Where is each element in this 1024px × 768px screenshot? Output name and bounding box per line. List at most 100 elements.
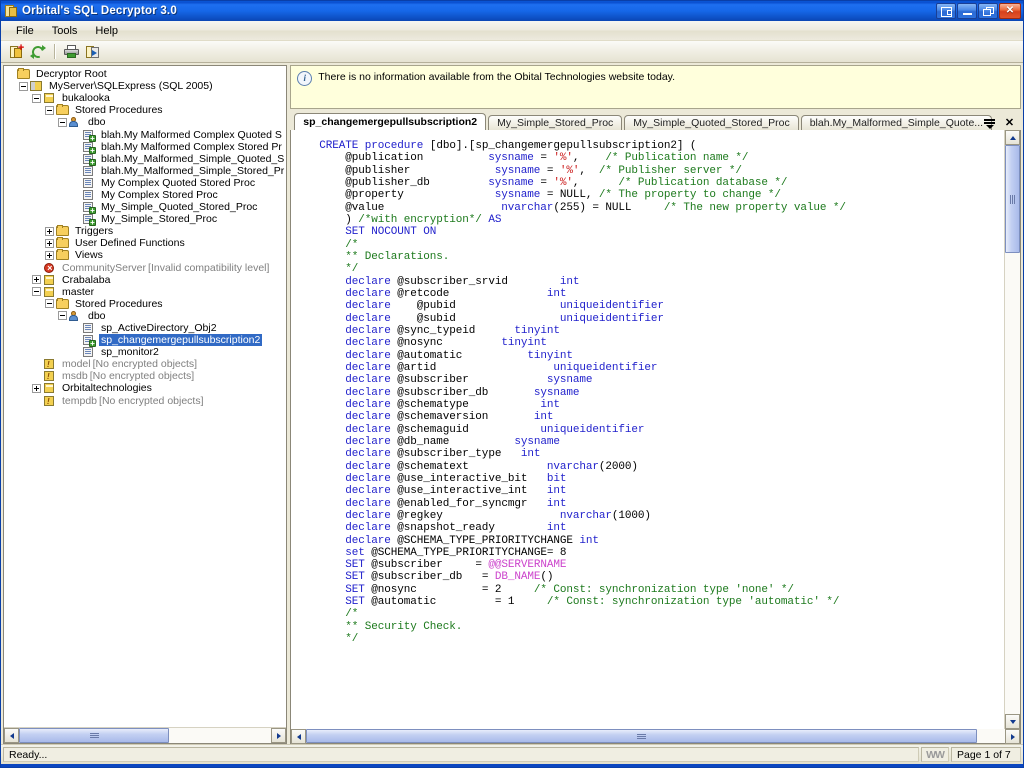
tree-node[interactable]: + blah.My Malformed Complex Stored Pr — [6, 140, 286, 154]
object-tree[interactable]: Decryptor Root MyServer\SQLExpress (SQL 2… — [4, 66, 287, 727]
code-line: SET @nosync = 2 /* Const: synchronizatio… — [319, 584, 1004, 596]
mdi-restore-button[interactable] — [936, 3, 956, 19]
code-token: , — [579, 164, 599, 177]
tree-node[interactable]: CommunityServer [Invalid compatibility l… — [6, 262, 286, 274]
tree-node-label: blah.My Malformed Complex Stored Pr — [101, 140, 282, 153]
code-token: @publication — [319, 152, 489, 165]
tree-node[interactable]: + blah.My Malformed Complex Quoted S — [6, 128, 286, 142]
editor-scroll-up-button[interactable] — [1005, 130, 1020, 145]
editor-tab[interactable]: blah.My_Malformed_Simple_Quote... — [800, 115, 993, 130]
minimize-button[interactable] — [957, 3, 977, 19]
chevron-down-list-icon[interactable] — [984, 118, 995, 129]
tree-node-label: Stored Procedures — [75, 104, 163, 117]
tree-node[interactable]: blah.My_Malformed_Simple_Stored_Pr — [6, 165, 286, 177]
tree-node[interactable]: model [No encrypted objects] — [6, 358, 286, 370]
tree-scroll-thumb[interactable] — [19, 728, 169, 743]
tree-collapse-icon[interactable] — [19, 81, 28, 91]
code-token: /* Const: synchronization type 'automati… — [546, 596, 840, 609]
tree-node[interactable]: My Complex Stored Proc — [6, 189, 286, 201]
tree-node[interactable]: MyServer\SQLExpress (SQL 2005) — [6, 80, 286, 92]
tree-node[interactable]: Stored Procedures — [6, 104, 286, 116]
code-token: sysname — [488, 152, 534, 165]
editor-vertical-scrollbar[interactable] — [1004, 130, 1020, 729]
tree-node[interactable]: Triggers — [6, 225, 286, 237]
tree-node[interactable]: + My_Simple_Quoted_Stored_Proc — [6, 201, 286, 215]
new-decryption-button[interactable]: + — [6, 42, 26, 61]
tree-node[interactable]: msdb [No encrypted objects] — [6, 370, 286, 382]
tree-expand-icon[interactable] — [45, 238, 54, 248]
code-token: /*with encryption*/ — [358, 213, 482, 226]
tree-node[interactable]: Crabalaba — [6, 274, 286, 286]
editor-tab[interactable]: My_Simple_Stored_Proc — [488, 115, 623, 130]
tree-node[interactable]: tempdb [No encrypted objects] — [6, 395, 286, 407]
editor-tab-label: blah.My_Malformed_Simple_Quote... — [809, 117, 984, 129]
tree-node[interactable]: My Complex Quoted Stored Proc — [6, 177, 286, 189]
tree-scroll-track[interactable] — [19, 728, 272, 743]
editor-tab[interactable]: sp_changemergepullsubscription2 — [294, 113, 487, 130]
tree-collapse-icon[interactable] — [58, 117, 67, 127]
folder-icon — [56, 225, 70, 237]
close-button[interactable]: ✕ — [999, 3, 1021, 19]
tree-scroll-left-button[interactable] — [4, 728, 19, 743]
editor-scroll-left-button[interactable] — [291, 729, 307, 744]
editor-scroll-right-button[interactable] — [1005, 729, 1020, 744]
tree-node[interactable]: Orbitaltechnologies — [6, 382, 286, 394]
folder-icon — [56, 249, 70, 261]
maximize-button[interactable] — [978, 3, 998, 19]
tree-collapse-icon[interactable] — [32, 93, 41, 103]
tree-horizontal-scrollbar[interactable] — [4, 727, 287, 743]
code-token: sysname — [533, 386, 580, 399]
export-button[interactable] — [83, 42, 103, 61]
tree-node[interactable]: master — [6, 286, 286, 298]
tree-expand-icon[interactable] — [32, 275, 41, 285]
code-line: declare @schemaguid uniqueidentifier — [319, 424, 1004, 436]
code-token: '%' — [553, 152, 573, 165]
close-icon[interactable]: ✕ — [1004, 118, 1015, 129]
sql-code-viewer[interactable]: CREATE procedure [dbo].[sp_changemergepu… — [291, 130, 1004, 729]
code-line: declare @subscriber_db sysname — [319, 387, 1004, 399]
code-line: ** Security Check. — [319, 621, 1004, 633]
editor-tab[interactable]: My_Simple_Quoted_Stored_Proc — [624, 115, 799, 130]
code-token: @publisher — [319, 164, 495, 177]
editor-scroll-down-button[interactable] — [1005, 714, 1020, 729]
tree-node-label: MyServer\SQLExpress (SQL 2005) — [49, 80, 213, 93]
menu-item-file[interactable]: File — [7, 23, 43, 39]
tree-collapse-icon[interactable] — [45, 299, 54, 309]
tree-expand-icon[interactable] — [32, 383, 41, 393]
tree-collapse-icon[interactable] — [32, 287, 41, 297]
title-bar: Orbital's SQL Decryptor 3.0 ✕ — [1, 1, 1023, 21]
tree-node[interactable]: dbo — [6, 116, 286, 128]
tree-expand-icon[interactable] — [45, 226, 54, 236]
code-token: SET — [345, 559, 365, 572]
code-line: declare @schematype int — [319, 399, 1004, 411]
tree-node[interactable]: sp_ActiveDirectory_Obj2 — [6, 322, 286, 334]
tree-node[interactable]: + My_Simple_Stored_Proc — [6, 213, 286, 227]
tree-node[interactable]: Decryptor Root — [6, 68, 286, 80]
tree-node-label: My Complex Stored Proc — [101, 188, 218, 201]
tree-scroll-right-button[interactable] — [271, 728, 287, 743]
editor-hscroll-thumb[interactable] — [306, 729, 977, 743]
editor-hscroll-track[interactable] — [306, 729, 1005, 743]
refresh-button[interactable] — [28, 42, 48, 61]
code-token: declare — [345, 423, 391, 436]
application-window: Orbital's SQL Decryptor 3.0 ✕ File Tools… — [0, 0, 1024, 768]
tree-node[interactable]: + blah.My_Malformed_Simple_Quoted_S — [6, 153, 286, 166]
menu-item-help[interactable]: Help — [86, 23, 127, 39]
print-button[interactable] — [61, 42, 81, 61]
editor-horizontal-scrollbar[interactable] — [290, 729, 1021, 744]
code-token: int — [559, 275, 580, 288]
tree-node[interactable]: bukalooka — [6, 92, 286, 104]
editor-vscroll-thumb[interactable] — [1005, 145, 1020, 253]
editor-vscroll-track[interactable] — [1005, 145, 1020, 714]
tree-node[interactable]: sp_monitor2 — [6, 346, 286, 358]
tree-collapse-icon[interactable] — [58, 311, 67, 321]
tree-node[interactable]: + sp_changemergepullsubscription2 — [6, 334, 286, 348]
menu-item-tools[interactable]: Tools — [43, 23, 87, 39]
tree-node[interactable]: Views — [6, 249, 286, 261]
tree-collapse-icon[interactable] — [45, 105, 54, 115]
tree-node[interactable]: User Defined Functions — [6, 237, 286, 249]
tree-node[interactable]: Stored Procedures — [6, 297, 286, 310]
tree-expand-icon[interactable] — [45, 250, 54, 260]
tree-node[interactable]: dbo — [6, 310, 286, 322]
